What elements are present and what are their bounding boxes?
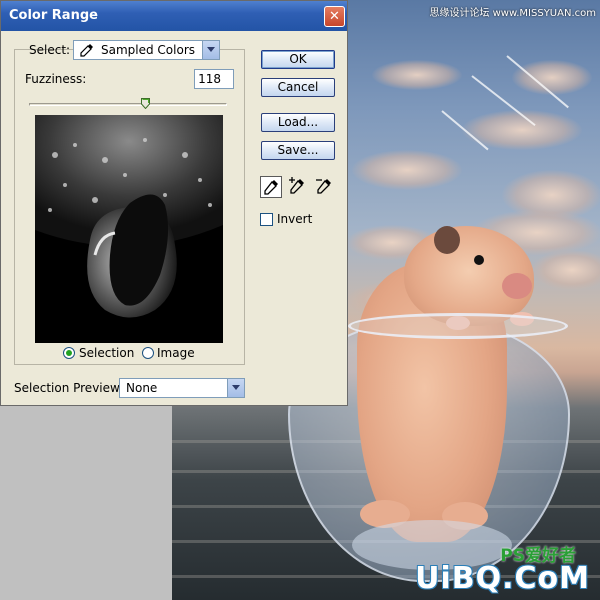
hamster-eye [474,255,484,265]
radio-image-label: Image [157,346,195,360]
invert-checkbox[interactable] [260,213,273,226]
save-button[interactable]: Save... [261,141,335,160]
eyedropper-plus-icon [289,177,304,194]
cloud [512,60,592,95]
dialog-titlebar[interactable]: Color Range ✕ [1,1,347,31]
cancel-button[interactable]: Cancel [261,78,335,97]
fuzziness-slider-track[interactable] [29,103,227,106]
eyedropper-minus-tool[interactable] [314,176,336,198]
fuzziness-slider-thumb[interactable] [141,98,151,109]
invert-label: Invert [277,212,313,226]
watermark-logo: UiBQ.CoM [415,561,590,596]
chevron-down-icon[interactable] [227,379,244,397]
preview-mask [35,115,223,343]
radio-selection[interactable] [63,347,75,359]
fuzziness-label: Fuzziness: [25,72,87,86]
watermark-top: 思缘设计论坛 www.MISSYUAN.com [429,8,596,19]
eyedropper-icon [264,180,278,195]
close-icon: ✕ [329,9,340,24]
dialog-title: Color Range [9,8,98,23]
selection-preview-image [35,115,223,343]
selection-preview-label: Selection Preview: [14,381,124,395]
close-button[interactable]: ✕ [324,6,345,27]
eyedropper-tool[interactable] [260,176,282,198]
chevron-down-icon[interactable] [202,41,219,59]
eyedropper-minus-icon [316,179,331,194]
load-button[interactable]: Load... [261,113,335,132]
hamster-ear [434,226,460,254]
radio-image[interactable] [142,347,154,359]
select-dropdown[interactable]: Sampled Colors [73,40,220,60]
cloud [372,60,462,90]
selection-preview-value: None [126,381,158,395]
eyedropper-icon [80,44,93,57]
hamster-nose [502,273,532,299]
glass-bowl-rim [348,313,568,339]
eyedropper-plus-tool[interactable] [287,176,309,198]
ok-button[interactable]: OK [261,50,335,69]
selection-preview-dropdown[interactable]: None [119,378,245,398]
radio-selection-label: Selection [79,346,135,360]
select-label: Select: [29,43,71,57]
fuzziness-input[interactable]: 118 [194,69,234,89]
cloud [532,250,600,290]
color-range-dialog: Color Range ✕ Select: Sampled Colors Fuz… [0,0,348,406]
cloud [352,150,462,190]
select-value: Sampled Colors [101,43,196,57]
